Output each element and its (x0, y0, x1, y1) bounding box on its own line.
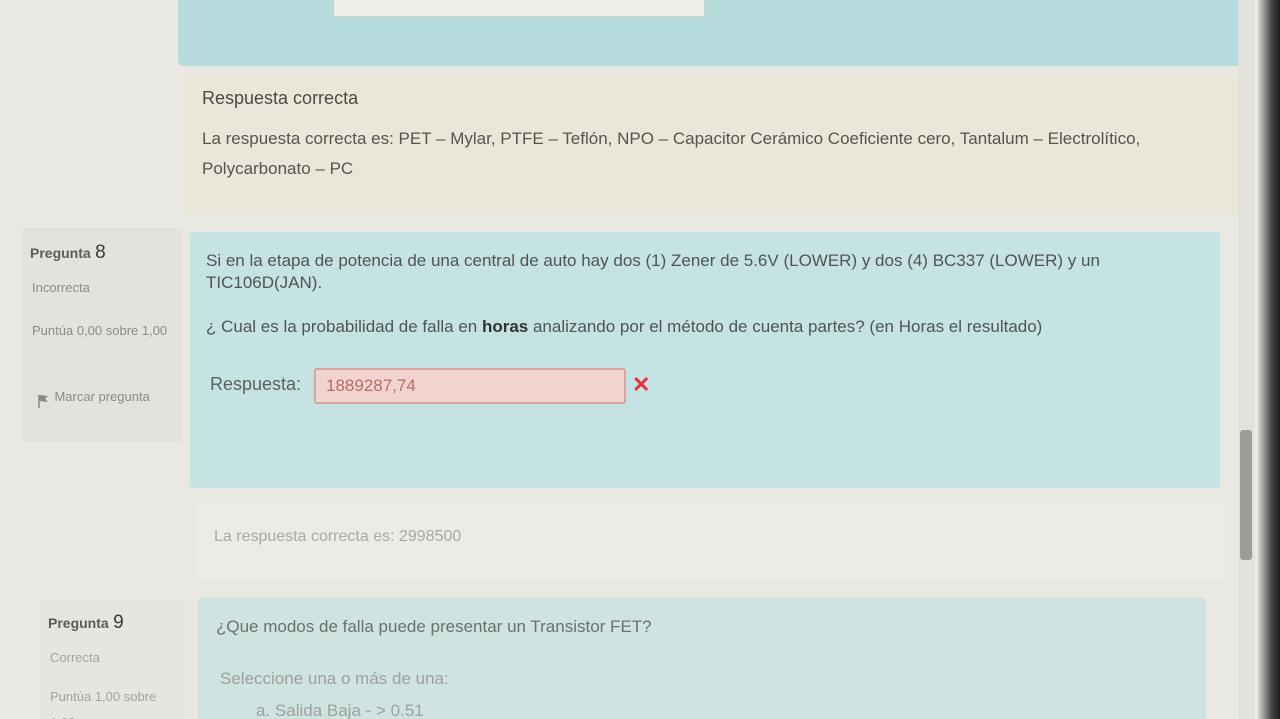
monitor-bezel (1258, 0, 1280, 719)
previous-question-content (178, 0, 1252, 66)
feedback-title: Respuesta correcta (202, 88, 359, 108)
q8-feedback-box: La respuesta correcta es: 2998500 (196, 504, 1226, 580)
correct-answer-text: La respuesta correcta es: 2998500 (214, 528, 462, 545)
question-score: Puntúa 0,00 sobre 1,00 (32, 323, 168, 338)
question-number: Pregunta 8 (30, 242, 106, 264)
cross-icon: ✕ (632, 372, 651, 397)
flag-question-link[interactable]: Marcar pregunta (36, 383, 156, 411)
question-score: Puntúa 1,00 sobre 1,00 (50, 689, 157, 719)
question-text-line1: Si en la etapa de potencia de una centra… (206, 251, 1100, 292)
question-label: Pregunta (30, 245, 91, 261)
answer-instruction: Seleccione una o más de una: (220, 669, 449, 688)
question-number-value: 8 (95, 242, 106, 263)
question-text: ¿Que modos de falla puede presentar un T… (216, 617, 652, 636)
question-status: Correcta (50, 650, 100, 665)
question-status: Incorrecta (32, 280, 90, 295)
flag-label: Marcar pregunta (54, 389, 150, 404)
answer-label: Respuesta: (210, 374, 302, 394)
quiz-review-page: Respuesta correcta La respuesta correcta… (0, 0, 1280, 719)
flag-icon (36, 390, 50, 408)
q8-question-box: Si en la etapa de potencia de una centra… (190, 232, 1220, 488)
q9-question-box: ¿Que modos de falla puede presentar un T… (198, 598, 1206, 719)
page-scrollbar[interactable] (1238, 0, 1254, 719)
question-number-value: 9 (113, 612, 124, 633)
question-text-pre: ¿ Cual es la probabilidad de falla en (206, 317, 482, 336)
question-number: Pregunta 9 (48, 612, 124, 634)
question-text-line2: ¿ Cual es la probabilidad de falla en ho… (206, 316, 1206, 338)
q7-feedback-box: Respuesta correcta La respuesta correcta… (182, 76, 1250, 214)
q8-info-panel: Pregunta 8 Incorrecta Puntúa 0,00 sobre … (22, 228, 182, 442)
correct-answer-text: La respuesta correcta es: PET – Mylar, P… (202, 129, 1141, 178)
question-label: Pregunta (48, 615, 109, 631)
question-text-bold: horas (481, 317, 529, 336)
q9-info-panel: Pregunta 9 Correcta Puntúa 1,00 sobre 1,… (40, 600, 190, 719)
answer-input[interactable] (314, 368, 626, 404)
scrollbar-thumb[interactable] (1240, 430, 1252, 560)
previous-answer-field (333, 0, 705, 17)
answer-option-a[interactable]: a. Salida Baja - > 0.51 (256, 700, 424, 719)
question-text-post: analizando por el método de cuenta parte… (528, 317, 1043, 336)
